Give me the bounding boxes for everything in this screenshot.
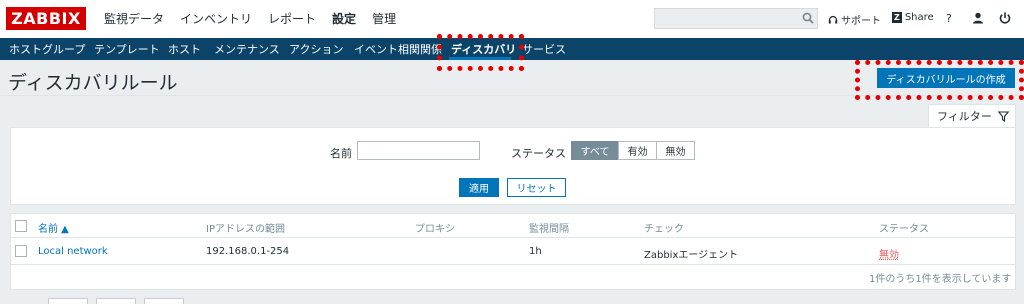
share-label: Share: [904, 12, 934, 23]
column-header-ip-range: IPアドレスの範囲: [206, 224, 285, 235]
status-option-enabled[interactable]: 有効: [618, 141, 657, 160]
share-link[interactable]: Z Share: [892, 12, 934, 23]
row-separator: [10, 264, 1016, 265]
column-header-checks: チェック: [644, 224, 684, 235]
user-profile-icon[interactable]: [971, 11, 985, 25]
table-stats: 1件のうち1件を表示しています: [869, 274, 1012, 285]
status-option-disabled[interactable]: 無効: [656, 141, 695, 160]
submenu-event-correlation[interactable]: イベント相関関係: [354, 41, 442, 57]
column-header-status: ステータス: [879, 224, 929, 235]
active-tab-indicator: [449, 57, 511, 60]
menu-monitoring[interactable]: 監視データ: [104, 10, 164, 27]
support-link[interactable]: サポート: [828, 12, 881, 27]
name-filter-label: 名前: [330, 147, 352, 160]
submenu-services[interactable]: サービス: [522, 41, 566, 57]
row-checkbox[interactable]: [15, 245, 27, 257]
create-discovery-rule-button[interactable]: ディスカバリルールの作成: [877, 68, 1015, 88]
zabbix-logo[interactable]: ZABBIX: [6, 7, 86, 30]
submenu-hosts[interactable]: ホスト: [168, 41, 201, 57]
rule-checks: Zabbixエージェント: [644, 250, 739, 261]
discovery-rules-table: [10, 213, 1016, 290]
header-separator: [10, 237, 1016, 238]
submenu-templates[interactable]: テンプレート: [94, 41, 160, 57]
rule-name-link[interactable]: Local network: [38, 246, 108, 257]
headset-icon: [828, 15, 838, 23]
status-filter-toggle: すべて 有効 無効: [571, 141, 695, 160]
share-icon: Z: [892, 12, 902, 23]
filter-tab[interactable]: フィルター: [928, 104, 1016, 127]
page-title: ディスカバリルール: [8, 72, 178, 94]
rule-interval: 1h: [529, 246, 542, 257]
search-input[interactable]: [654, 8, 818, 29]
sub-menu: ホストグループ テンプレート ホスト メンテナンス アクション イベント相関関係…: [0, 38, 1024, 60]
top-header: ZABBIX 監視データ インベントリ レポート 設定 管理 サポート Z Sh…: [0, 0, 1024, 38]
submenu-maintenance[interactable]: メンテナンス: [214, 41, 280, 57]
column-header-name[interactable]: 名前 ▲: [38, 220, 69, 235]
filter-tab-label: フィルター: [937, 110, 992, 123]
title-divider: [0, 95, 1024, 96]
bottom-action-button[interactable]: [144, 298, 184, 304]
main-menu: 監視データ インベントリ レポート 設定 管理: [104, 10, 412, 27]
bottom-action-button[interactable]: [48, 298, 88, 304]
reset-filter-button[interactable]: リセット: [507, 178, 566, 197]
submenu-host-groups[interactable]: ホストグループ: [9, 41, 85, 57]
menu-inventory[interactable]: インベントリ: [180, 10, 252, 27]
column-header-proxy: プロキシ: [415, 224, 455, 235]
bottom-action-button[interactable]: [96, 298, 136, 304]
help-button[interactable]: ?: [946, 12, 952, 25]
select-all-checkbox[interactable]: [15, 220, 27, 232]
rule-status-toggle[interactable]: 無効: [879, 246, 899, 261]
search-icon[interactable]: [802, 12, 814, 24]
submenu-actions[interactable]: アクション: [289, 41, 343, 57]
status-filter-label: ステータス: [511, 147, 566, 160]
name-filter-input[interactable]: [357, 141, 480, 160]
column-header-interval: 監視間隔: [529, 224, 569, 235]
status-option-all[interactable]: すべて: [571, 141, 619, 160]
menu-reports[interactable]: レポート: [268, 10, 316, 27]
support-label: サポート: [841, 16, 881, 27]
help-icon: ?: [946, 12, 952, 25]
funnel-icon: [997, 110, 1009, 122]
menu-configuration[interactable]: 設定: [332, 10, 356, 27]
sign-out-icon[interactable]: [998, 11, 1012, 25]
apply-filter-button[interactable]: 適用: [459, 178, 499, 197]
menu-administration[interactable]: 管理: [372, 10, 396, 27]
rule-ip-range: 192.168.0.1-254: [206, 246, 290, 257]
submenu-discovery[interactable]: ディスカバリ: [451, 41, 516, 57]
